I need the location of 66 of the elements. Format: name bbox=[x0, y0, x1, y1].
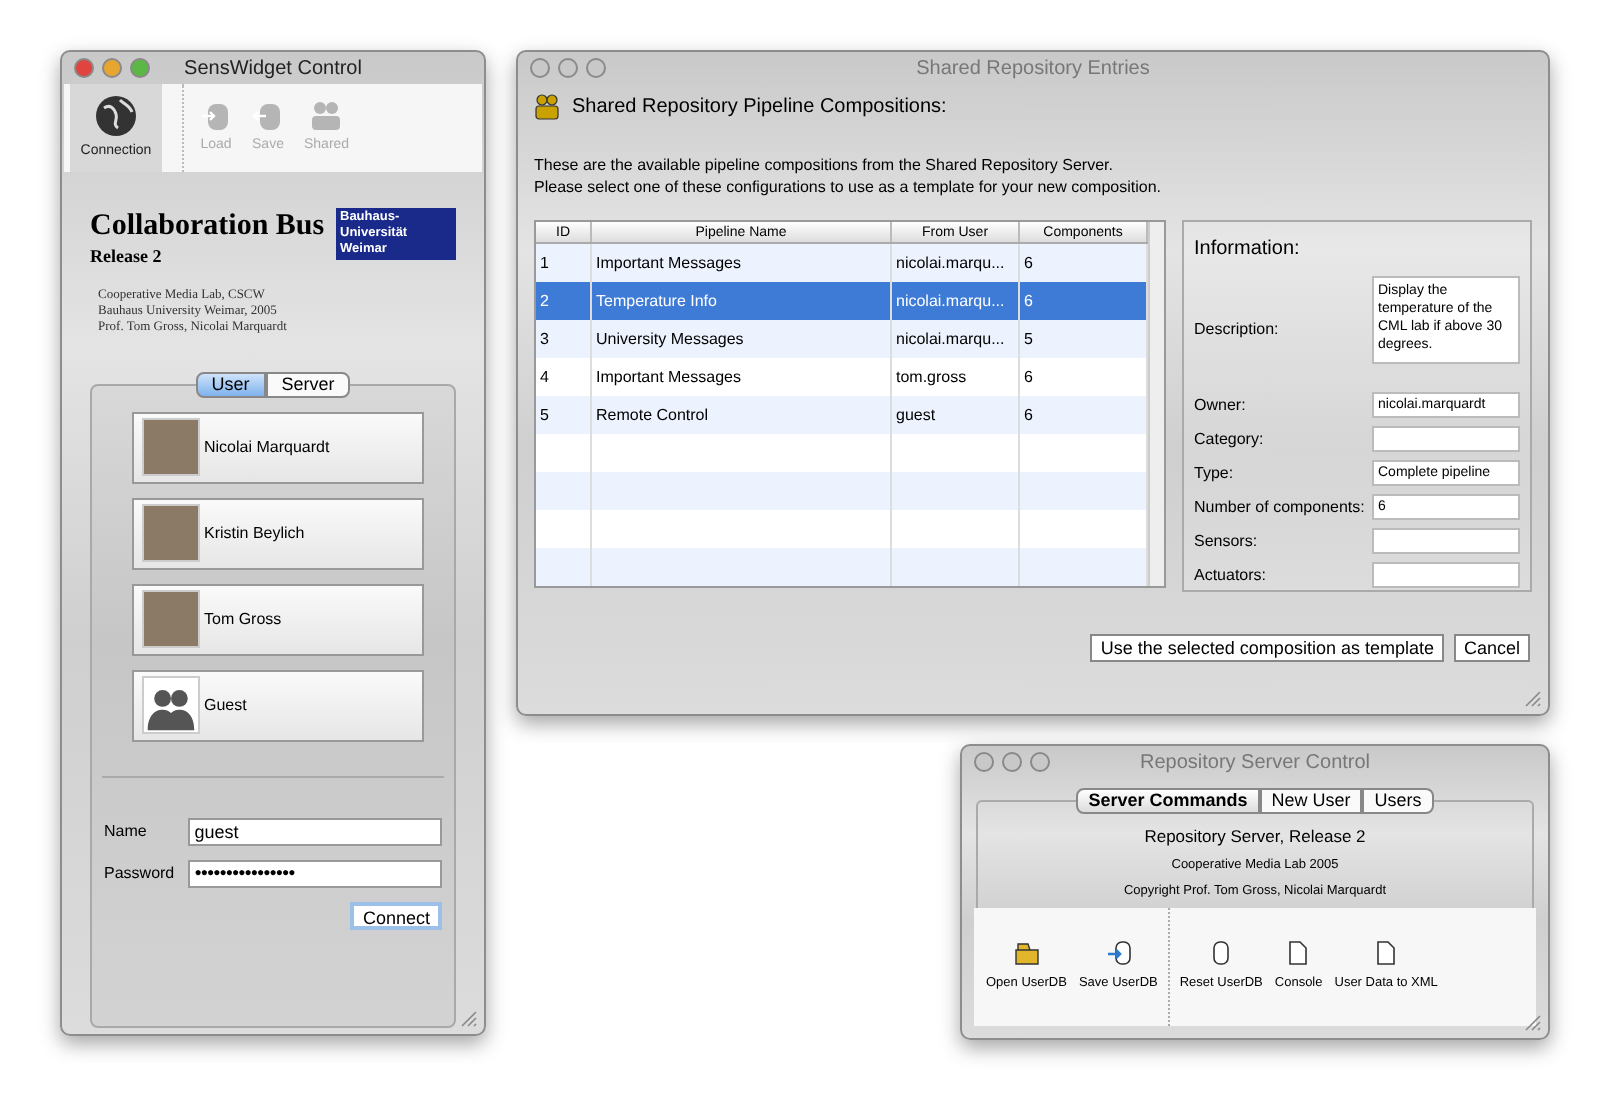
tab[interactable]: Server bbox=[265, 371, 351, 397]
folder-icon bbox=[1013, 941, 1040, 966]
database-icon bbox=[200, 99, 232, 132]
tab[interactable]: Server Commands bbox=[1076, 788, 1260, 814]
input-field[interactable] bbox=[1372, 426, 1520, 452]
zoom-button[interactable] bbox=[130, 58, 150, 78]
table-row[interactable]: 5 Remote Control guest 6 bbox=[536, 396, 1148, 434]
close-button[interactable] bbox=[974, 752, 994, 772]
user-button[interactable]: Kristin Beylich bbox=[132, 497, 424, 569]
people-icon bbox=[534, 94, 560, 120]
release-label: Release 2 bbox=[90, 244, 164, 270]
input-field[interactable] bbox=[1372, 528, 1520, 554]
field-label: Sensors: bbox=[1194, 529, 1258, 553]
zoom-button[interactable] bbox=[586, 58, 606, 78]
dialog-heading: Shared Repository Pipeline Compositions: bbox=[572, 94, 947, 122]
intro-text: These are the available pipeline compositions from the Shared Repository Server. bbox=[534, 154, 1115, 176]
window-title: Shared Repository Entries bbox=[916, 55, 1150, 83]
input-field[interactable]: guest bbox=[188, 817, 442, 845]
cancel-button[interactable]: Cancel bbox=[1453, 634, 1530, 662]
photo-placeholder bbox=[142, 590, 200, 648]
people-icon bbox=[310, 99, 343, 132]
close-button[interactable] bbox=[74, 58, 94, 78]
table-row[interactable]: 2 Temperature Info nicolai.marqu... 6 bbox=[536, 282, 1148, 320]
info-title: Information: bbox=[1194, 236, 1302, 264]
resize-grip-icon[interactable] bbox=[1524, 690, 1542, 708]
database-arrow-icon bbox=[1105, 940, 1132, 967]
window-title: SensWidget Control bbox=[184, 55, 362, 83]
field-label: Number of components: bbox=[1194, 495, 1365, 519]
table-row[interactable]: 3 University Messages nicolai.marqu... 5 bbox=[536, 320, 1148, 358]
user-button[interactable]: Guest bbox=[132, 669, 424, 741]
resize-grip-icon[interactable] bbox=[1524, 1014, 1542, 1032]
tab[interactable]: User bbox=[195, 371, 266, 397]
close-button[interactable] bbox=[530, 58, 550, 78]
scrollbar[interactable] bbox=[1148, 222, 1164, 586]
user-button[interactable]: Tom Gross bbox=[132, 583, 424, 655]
document-icon bbox=[1376, 940, 1397, 967]
intro-text: Please select one of these configurations to use as a template for your new composition. bbox=[534, 176, 1164, 198]
field-label: Category: bbox=[1194, 427, 1264, 451]
field-label: Description: bbox=[1194, 318, 1279, 342]
tab[interactable]: Users bbox=[1362, 788, 1434, 814]
field-label: Type: bbox=[1194, 461, 1234, 485]
document-icon bbox=[1288, 940, 1309, 967]
tab[interactable]: New User bbox=[1259, 788, 1363, 814]
field-label: Actuators: bbox=[1194, 563, 1267, 587]
photo-placeholder bbox=[142, 504, 200, 562]
database-icon bbox=[252, 99, 284, 132]
field-label: Name bbox=[104, 819, 149, 843]
photo-placeholder bbox=[142, 418, 200, 476]
database-icon bbox=[1212, 940, 1231, 967]
table-row[interactable]: 4 Important Messages tom.gross 6 bbox=[536, 358, 1148, 396]
minimize-button[interactable] bbox=[558, 58, 578, 78]
table-row[interactable]: 1 Important Messages nicolai.marqu... 6 bbox=[536, 244, 1148, 282]
zoom-button[interactable] bbox=[1030, 752, 1050, 772]
connect-button[interactable]: Connect bbox=[350, 901, 442, 929]
silhouette-icon bbox=[142, 676, 200, 734]
input-field[interactable] bbox=[1372, 562, 1520, 588]
user-button[interactable]: Nicolai Marquardt bbox=[132, 411, 424, 483]
field-label: Owner: bbox=[1194, 393, 1246, 417]
minimize-button[interactable] bbox=[102, 58, 122, 78]
resize-grip-icon[interactable] bbox=[460, 1010, 478, 1028]
field-label: Password bbox=[104, 861, 177, 885]
window-title: Repository Server Control bbox=[1139, 749, 1371, 777]
use-template-button[interactable]: Use the selected composition as template bbox=[1090, 634, 1444, 662]
info-line: Repository Server, Release 2 bbox=[1144, 824, 1366, 850]
product-title: Collaboration Bus bbox=[90, 208, 325, 244]
minimize-button[interactable] bbox=[1002, 752, 1022, 772]
